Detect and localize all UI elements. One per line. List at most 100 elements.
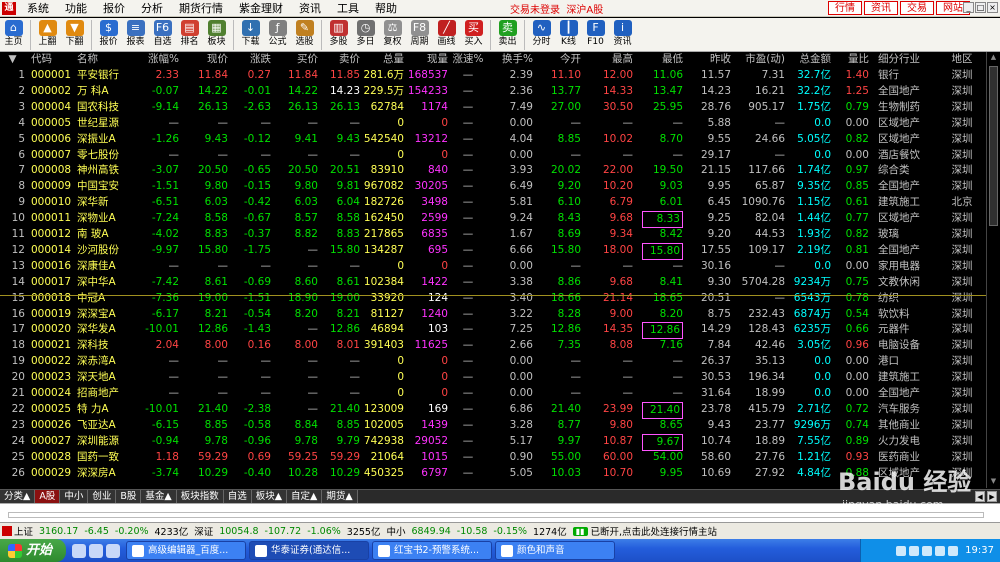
menu-item-0[interactable]: 系统 xyxy=(19,0,57,17)
tray-icon[interactable] xyxy=(948,545,959,556)
taskbar-task-1[interactable]: 华泰证券(通达信... xyxy=(249,541,369,560)
table-row[interactable]: 8 000009 中国宝安 -1.51 9.80 -0.15 9.80 9.81 967082 3… xyxy=(0,179,1000,194)
toolbar-button-13[interactable]: ⚖ 复权 xyxy=(380,18,405,52)
connection-status[interactable]: 已断开,点击此处连接行情主站 xyxy=(591,524,718,538)
taskbar-task-3[interactable]: 颜色和声音 xyxy=(495,541,615,560)
column-header-pe[interactable]: 市盈(动) xyxy=(735,53,785,66)
taskbar-task-0[interactable]: 高级编辑器_百度... xyxy=(126,541,246,560)
maximize-button[interactable]: □ xyxy=(975,2,986,13)
toolbar-button-11[interactable]: ▥ 多股 xyxy=(326,18,351,52)
column-header-ask[interactable]: 卖价 xyxy=(318,53,360,66)
table-row[interactable]: 14 000017 深中华A -7.42 8.61 -0.69 8.60 8.61 102384… xyxy=(0,275,1000,290)
table-row[interactable]: 17 000020 深华发A -10.01 12.86 -1.43 — 12.86 46894 1… xyxy=(0,322,1000,340)
column-header-low[interactable]: 最低 xyxy=(642,53,683,66)
column-header-vol[interactable]: 总量 xyxy=(360,53,404,66)
tray-icon[interactable] xyxy=(896,545,907,556)
tab-scroll-left-icon[interactable]: ◀ xyxy=(975,491,985,502)
menu-item-6[interactable]: 资讯 xyxy=(291,0,329,17)
tray-icon[interactable] xyxy=(935,545,946,556)
vertical-scrollbar[interactable]: ▲ ▼ xyxy=(986,52,1000,488)
column-header-bid[interactable]: 买价 xyxy=(272,53,318,66)
tray-icon[interactable] xyxy=(909,545,920,556)
tab-2[interactable]: 中小 xyxy=(60,490,89,503)
tab-5[interactable]: 基金▲ xyxy=(141,490,177,503)
column-header-ind[interactable]: 细分行业 xyxy=(878,53,936,66)
scroll-up-icon[interactable]: ▲ xyxy=(989,53,998,63)
mode-button-1[interactable]: 资讯 xyxy=(864,1,898,15)
minimize-button[interactable]: _ xyxy=(963,2,974,13)
zx-index-value[interactable]: 6849.94 xyxy=(412,526,451,537)
clock[interactable]: 19:37 xyxy=(965,545,994,556)
toolbar-button-0[interactable]: ⌂ 主页 xyxy=(1,18,26,52)
table-row[interactable]: 16 000019 深深宝A -6.17 8.21 -0.54 8.20 8.21 81127 1… xyxy=(0,307,1000,322)
table-row[interactable]: 25 000028 国药一致 1.18 59.29 0.69 59.25 59.29 21064… xyxy=(0,450,1000,465)
table-row[interactable]: 1 000001 平安银行 2.33 11.84 0.27 11.84 11.85 281.6万… xyxy=(0,68,1000,83)
tab-4[interactable]: B股 xyxy=(116,490,142,503)
toolbar-button-21[interactable]: i 资讯 xyxy=(610,18,635,52)
table-row[interactable]: 5 000006 深振业A -1.26 9.43 -0.12 9.41 9.43 542540 1… xyxy=(0,132,1000,147)
toolbar-button-18[interactable]: ∿ 分时 xyxy=(529,18,554,52)
menu-item-8[interactable]: 帮助 xyxy=(367,0,405,17)
mode-button-2[interactable]: 交易 xyxy=(900,1,934,15)
table-row[interactable]: 18 000021 深科技 2.04 8.00 0.16 8.00 8.01 391403 116… xyxy=(0,338,1000,353)
toolbar-button-10[interactable]: ✎ 选股 xyxy=(292,18,317,52)
start-button[interactable]: 开始 xyxy=(0,539,66,562)
table-row[interactable]: 11 000012 南 玻A -4.02 8.83 -0.37 8.82 8.83 217865… xyxy=(0,227,1000,242)
column-header-turn[interactable]: 换手% xyxy=(495,53,533,66)
table-row[interactable]: 2 000002 万 科A -0.07 14.22 -0.01 14.22 14.23 229.… xyxy=(0,84,1000,99)
close-button[interactable]: × xyxy=(987,2,998,13)
table-row[interactable]: 7 000008 神州高铁 -3.07 20.50 -0.65 20.50 20.51 8391… xyxy=(0,163,1000,178)
table-row[interactable]: 4 000005 世纪星源 — — — — — 0 0 — 0.00 — — — 5.88 — 0.0 0.00 区域… xyxy=(0,116,1000,131)
tab-1[interactable]: A股 xyxy=(35,490,61,503)
table-row[interactable]: 19 000022 深赤湾A — — — — — 0 0 — 0.00 — — — 26.37 35.13 0.0… xyxy=(0,354,1000,369)
column-header-spd[interactable]: 涨速% xyxy=(452,53,484,66)
market-selector[interactable]: 深沪A股 xyxy=(566,5,603,16)
scroll-thumb[interactable] xyxy=(989,66,998,226)
toolbar-button-15[interactable]: ╱ 画线 xyxy=(434,18,459,52)
toolbar-button-6[interactable]: ▤ 排名 xyxy=(177,18,202,52)
toolbar-button-4[interactable]: ≡ 报表 xyxy=(123,18,148,52)
toolbar-button-2[interactable]: ▼ 下翻 xyxy=(62,18,87,52)
menu-item-2[interactable]: 报价 xyxy=(95,0,133,17)
table-row[interactable]: 15 000018 中冠A -7.36 19.00 -1.51 18.90 19.00 3392… xyxy=(0,291,1000,306)
column-header-open[interactable]: 今开 xyxy=(538,53,581,66)
quick-launch-ie-icon[interactable] xyxy=(89,543,103,558)
menu-item-1[interactable]: 功能 xyxy=(57,0,95,17)
menu-item-4[interactable]: 期货行情 xyxy=(171,0,231,17)
column-header-tot[interactable]: 总金额 xyxy=(789,53,832,66)
tray-icon[interactable] xyxy=(922,545,933,556)
tab-0[interactable]: 分类▲ xyxy=(0,490,36,503)
tab-7[interactable]: 自选 xyxy=(223,490,252,503)
toolbar-button-20[interactable]: F F10 xyxy=(583,18,608,52)
horizontal-scrollbar[interactable] xyxy=(8,512,984,518)
column-header-code[interactable]: 代码 xyxy=(31,53,73,66)
sz-index-value[interactable]: 10054.8 xyxy=(219,526,258,537)
table-row[interactable]: 3 000004 国农科技 -9.14 26.13 -2.63 26.13 26.13 6278… xyxy=(0,100,1000,115)
table-row[interactable]: 13 000016 深康佳A — — — — — 0 0 — 0.00 — — — 30.16 — 0.0 0.00… xyxy=(0,259,1000,274)
column-header-reg[interactable]: 地区 xyxy=(945,53,979,66)
toolbar-button-12[interactable]: ◷ 多日 xyxy=(353,18,378,52)
menu-item-5[interactable]: 紫金理财 xyxy=(231,0,291,17)
trade-login-status[interactable]: 交易未登录 xyxy=(510,5,560,16)
toolbar-button-14[interactable]: F8 周期 xyxy=(407,18,432,52)
sort-dropdown-icon[interactable]: ▼ xyxy=(0,53,25,66)
table-row[interactable]: 10 000011 深物业A -7.24 8.58 -0.67 8.57 8.58 162450… xyxy=(0,211,1000,229)
table-row[interactable]: 12 000014 沙河股份 -9.97 15.80 -1.75—15.80 134287 6… xyxy=(0,242,1000,260)
menu-item-7[interactable]: 工具 xyxy=(329,0,367,17)
quote-table[interactable]: ▼ 代码 名称 涨幅% 现价 涨跌 买价 卖价 总量 现量 涨速% 换手% 今开 最高 最低 昨收 市盈(动) 总… xyxy=(0,52,1000,488)
tab-scroll-right-icon[interactable]: ▶ xyxy=(987,491,997,502)
tab-8[interactable]: 板块▲ xyxy=(251,490,288,503)
tab-3[interactable]: 创业 xyxy=(88,490,117,503)
column-header-vr[interactable]: 量比 xyxy=(836,53,869,66)
table-row[interactable]: 23 000026 飞亚达A -6.15 8.85 -0.58 8.84 8.85 102005… xyxy=(0,418,1000,433)
toolbar-button-5[interactable]: F6 自选 xyxy=(150,18,175,52)
toolbar-button-17[interactable]: 卖卖出 xyxy=(495,18,520,52)
table-row[interactable]: 24 000027 深圳能源 -0.94 9.78 -0.96 9.78 9.79 742938… xyxy=(0,433,1000,451)
table-row[interactable]: 9 000010 深华新 -6.51 6.03 -0.42 6.03 6.04 182726 34… xyxy=(0,195,1000,210)
toolbar-button-8[interactable]: ↓ 下载 xyxy=(238,18,263,52)
toolbar-button-3[interactable]: $ 报价 xyxy=(96,18,121,52)
table-row[interactable]: 22 000025 特 力A -10.01 21.40 -2.38—21.40 123009… xyxy=(0,401,1000,419)
toolbar-button-9[interactable]: ƒ 公式 xyxy=(265,18,290,52)
column-header-amt[interactable]: 涨跌 xyxy=(229,53,271,66)
toolbar-button-1[interactable]: ▲ 上翻 xyxy=(35,18,60,52)
